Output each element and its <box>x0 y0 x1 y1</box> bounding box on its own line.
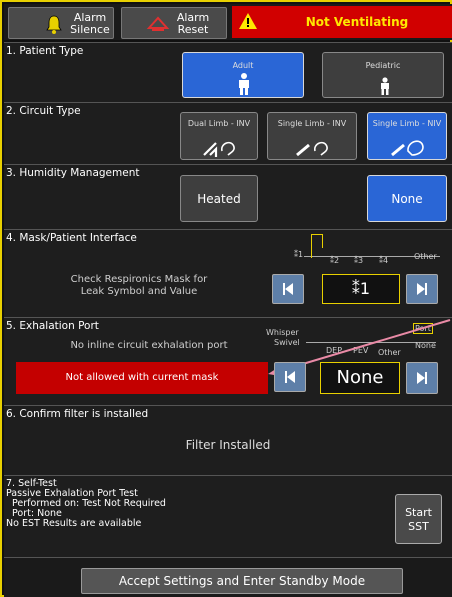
scale-label: ⁑3 <box>354 256 364 265</box>
patient-pediatric-option[interactable]: Pediatric <box>322 52 444 98</box>
option-label: None <box>391 192 423 206</box>
patient-adult-option[interactable]: Adult <box>182 52 304 98</box>
option-label: Single Limb - NIV <box>372 119 442 128</box>
alarm-text: Not Ventilating <box>305 15 409 29</box>
circuit-single-limb-niv-option[interactable]: Single Limb - NIV <box>367 112 447 160</box>
scale-marker <box>311 234 323 248</box>
patient-type-section: 1. Patient Type Adult Pediatric <box>4 42 452 102</box>
option-label: Adult <box>232 61 254 70</box>
mask-prev-button[interactable] <box>272 274 304 304</box>
section-title: 3. Humidity Management <box>6 167 140 179</box>
filter-section: 6. Confirm filter is installed Filter In… <box>4 405 452 475</box>
mask-value: ⁑1 <box>322 274 400 304</box>
alarm-reset-label-1: Alarm <box>176 11 210 24</box>
circuit-single-limb-inv-option[interactable]: Single Limb - INV <box>267 112 357 160</box>
humidity-none-option[interactable]: None <box>367 175 447 222</box>
scale-label: ⁑2 <box>330 256 340 265</box>
mask-help-line-2: Leak Symbol and Value <box>80 286 198 297</box>
sst-label-1: Start <box>405 506 432 519</box>
alarm-silence-label-2: Silence <box>70 23 110 36</box>
warning-icon <box>239 13 257 29</box>
scale-label: ⁑4 <box>379 256 389 265</box>
dual-limb-circuit-icon <box>203 141 235 157</box>
circuit-dual-limb-inv-option[interactable]: Dual Limb - INV <box>180 112 258 160</box>
option-label: Pediatric <box>365 61 401 70</box>
exhalation-error: Not allowed with current mask <box>16 362 268 394</box>
bell-icon <box>46 15 62 34</box>
skip-back-icon <box>285 371 295 383</box>
option-label: Dual Limb - INV <box>187 119 251 128</box>
scale-label: Other <box>414 252 437 261</box>
mask-next-button[interactable] <box>406 274 438 304</box>
section-title: 4. Mask/Patient Interface <box>6 232 137 244</box>
sst-label-2: SST <box>408 520 429 533</box>
skip-forward-icon <box>417 283 427 295</box>
accept-settings-button[interactable]: Accept Settings and Enter Standby Mode <box>81 568 403 594</box>
adult-person-icon <box>239 73 249 95</box>
alarm-reset-button[interactable]: Alarm Reset <box>121 7 227 39</box>
app-frame: Alarm Silence Alarm Reset Not Ventilatin… <box>0 0 452 597</box>
single-limb-niv-icon <box>391 140 424 157</box>
alarm-bar: Alarm Silence Alarm Reset Not Ventilatin… <box>4 4 452 40</box>
single-limb-inv-icon <box>296 141 328 157</box>
alarm-reset-icon <box>146 16 170 31</box>
scale-label: ⁑1 <box>294 250 304 259</box>
pediatric-person-icon <box>381 77 389 95</box>
alarm-silence-label-1: Alarm <box>73 11 107 24</box>
humidity-heated-option[interactable]: Heated <box>180 175 258 222</box>
humidity-section: 3. Humidity Management Heated None <box>4 164 452 229</box>
scale-marker-stem <box>311 248 312 258</box>
alarm-silence-button[interactable]: Alarm Silence <box>8 7 114 39</box>
selftest-section: 7. Self-Test Passive Exhalation Port Tes… <box>4 475 452 557</box>
section-title: 5. Exhalation Port <box>6 320 99 332</box>
circuit-type-section: 2. Circuit Type Dual Limb - INV Single L… <box>4 102 452 164</box>
start-sst-button[interactable]: Start SST <box>395 494 442 544</box>
exhalation-next-button[interactable] <box>406 362 438 394</box>
section-title: 6. Confirm filter is installed <box>6 408 149 420</box>
exhalation-note: No inline circuit exhalation port <box>70 340 228 351</box>
filter-status: Filter Installed <box>185 438 271 452</box>
exhalation-value: None <box>320 362 400 394</box>
option-label: Single Limb - INV <box>277 119 347 128</box>
skip-forward-icon <box>417 372 427 384</box>
alarm-reset-label-2: Reset <box>177 23 209 36</box>
mask-help-line-1: Check Respironics Mask for <box>70 274 208 285</box>
option-label: Heated <box>197 192 241 206</box>
exhalation-section: 5. Exhalation Port No inline circuit exh… <box>4 317 452 405</box>
mask-section: 4. Mask/Patient Interface Check Respiron… <box>4 229 452 317</box>
alarm-banner[interactable]: Not Ventilating <box>232 6 452 38</box>
selftest-line: No EST Results are available <box>6 518 142 529</box>
exhalation-prev-button[interactable] <box>274 362 306 392</box>
section-title: 1. Patient Type <box>6 45 84 57</box>
skip-back-icon <box>283 283 293 295</box>
section-title: 2. Circuit Type <box>6 105 81 117</box>
